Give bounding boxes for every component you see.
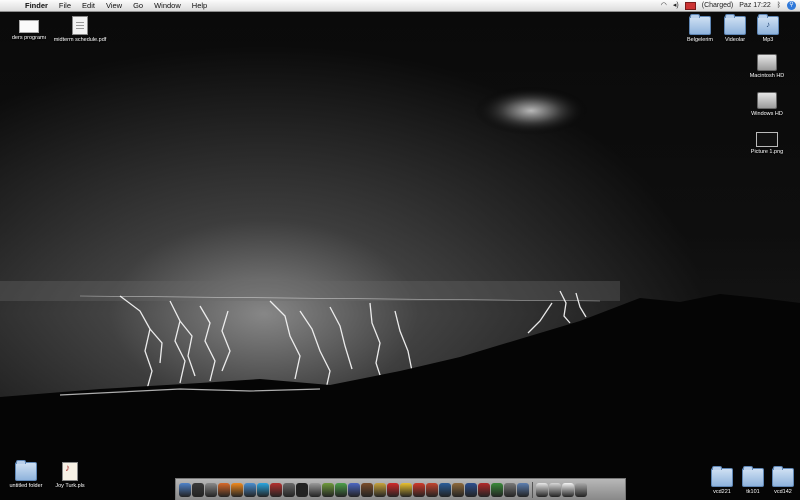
desktop-icon-label: vcd221	[713, 489, 731, 495]
image-file-icon	[756, 132, 778, 147]
desktop-icon-videolar[interactable]: Videolar	[719, 14, 751, 44]
textedit-icon[interactable]	[374, 482, 386, 497]
dock-separator	[532, 481, 533, 498]
desktop-icon-label: ders programı	[11, 35, 47, 41]
dashboard-icon[interactable]	[192, 482, 204, 497]
menu-help[interactable]: Help	[192, 0, 207, 11]
downloads-stack-icon[interactable]	[562, 482, 574, 497]
lightning-storm-wallpaper	[0, 11, 800, 500]
disk-utility-icon[interactable]	[504, 482, 516, 497]
desktop-icon-picture-1[interactable]: Picture 1.png	[744, 129, 790, 156]
hard-drive-icon	[757, 54, 777, 71]
desktop-icon-label: untitled folder	[9, 483, 43, 489]
desktop-icon-untitled-folder[interactable]: untitled folder	[4, 460, 48, 490]
desktop-icon-windows-hd[interactable]: Windows HD	[744, 92, 790, 118]
calculator-icon[interactable]	[322, 482, 334, 497]
desktop-icon-mp3[interactable]: ♪ Mp3	[752, 14, 784, 44]
applications-stack-icon[interactable]	[536, 482, 548, 497]
music-folder-icon: ♪	[757, 14, 779, 35]
folder-icon	[711, 466, 733, 487]
adium-icon[interactable]	[335, 482, 347, 497]
vlc-icon[interactable]	[231, 482, 243, 497]
hard-drive-icon	[757, 92, 777, 109]
desktop-icon-label: midterm schedule.pdf	[53, 37, 107, 43]
desktop-icon-label: Belgelerim	[687, 37, 713, 43]
apple-menu-icon[interactable]	[6, 1, 15, 10]
desktop-icon-vcd142[interactable]: vcd142	[767, 466, 799, 496]
stop-icon[interactable]	[387, 482, 399, 497]
ical-icon[interactable]	[400, 482, 412, 497]
menu-edit[interactable]: Edit	[82, 0, 95, 11]
photobooth-icon[interactable]	[270, 482, 282, 497]
battery-icon[interactable]	[684, 1, 696, 10]
clock[interactable]: Paz 17:22	[739, 0, 771, 11]
desktop-icon-vcd221[interactable]: vcd221	[706, 466, 738, 496]
desktop-icon-label: vcd142	[774, 489, 792, 495]
menu-view[interactable]: View	[106, 0, 122, 11]
folder-icon	[742, 466, 764, 487]
spotlight-icon[interactable]: ⚲	[787, 1, 796, 10]
document-icon	[19, 20, 39, 33]
volume-icon[interactable]: ◂)	[673, 0, 679, 11]
folder-icon	[15, 460, 37, 481]
playlist-file-icon	[62, 462, 78, 481]
desktop-icon-ders-programi[interactable]: ders programı	[6, 16, 52, 42]
wifi-icon[interactable]: ◠	[661, 0, 667, 11]
firefox-icon[interactable]	[218, 482, 230, 497]
skype-icon[interactable]	[257, 482, 269, 497]
menu-bar: Finder File Edit View Go Window Help ◠ ◂…	[0, 0, 800, 12]
system-preferences-icon[interactable]	[205, 482, 217, 497]
globe-icon[interactable]	[465, 482, 477, 497]
desktop-wallpaper	[0, 11, 800, 500]
pdf-document-icon	[72, 16, 88, 35]
transmission-icon[interactable]	[361, 482, 373, 497]
iphoto-icon[interactable]	[283, 482, 295, 497]
desktop-icon-label: Macintosh HD	[749, 73, 785, 79]
menu-go[interactable]: Go	[133, 0, 143, 11]
acrobat-icon[interactable]	[478, 482, 490, 497]
finder-icon[interactable]	[179, 482, 191, 497]
desktop-icon-macintosh-hd[interactable]: Macintosh HD	[744, 54, 790, 80]
desktop-icon-label: Windows HD	[751, 111, 783, 117]
desktop-icon-midterm-schedule[interactable]: midterm schedule.pdf	[50, 16, 110, 44]
dock	[175, 478, 626, 500]
desktop-icon-label: Mp3	[762, 37, 774, 43]
aperture-icon[interactable]	[452, 482, 464, 497]
desktop-icon-label: Picture 1.png	[750, 149, 784, 155]
menu-file[interactable]: File	[59, 0, 71, 11]
utility-icon[interactable]	[491, 482, 503, 497]
desktop-icon-tk101[interactable]: tk101	[738, 466, 768, 496]
desktop-icon-belgelerim[interactable]: Belgelerim	[682, 14, 718, 44]
menu-extras: ◠ ◂) (Charged) Paz 17:22 ᛒ ⚲	[661, 0, 796, 11]
trash-icon[interactable]	[575, 482, 587, 497]
terminal-icon[interactable]	[296, 482, 308, 497]
bluetooth-icon[interactable]: ᛒ	[777, 0, 781, 11]
chrome-icon[interactable]	[413, 482, 425, 497]
mail-icon[interactable]	[517, 482, 529, 497]
folder-icon	[724, 14, 746, 35]
preview-icon[interactable]	[309, 482, 321, 497]
photoshop-icon[interactable]	[439, 482, 451, 497]
documents-stack-icon[interactable]	[549, 482, 561, 497]
menu-finder[interactable]: Finder	[25, 0, 48, 11]
desktop-icon-label: tk101	[746, 489, 760, 495]
safari-icon[interactable]	[244, 482, 256, 497]
folder-icon	[689, 14, 711, 35]
desktop-icon-label: Videolar	[724, 37, 746, 43]
folder-icon	[772, 466, 794, 487]
desktop-icon-label: Joy Turk.pls	[55, 483, 85, 489]
address-book-icon[interactable]	[426, 482, 438, 497]
itunes-icon[interactable]	[348, 482, 360, 497]
desktop-icon-joy-turk[interactable]: Joy Turk.pls	[50, 462, 90, 490]
battery-status-text[interactable]: (Charged)	[702, 0, 734, 11]
menu-window[interactable]: Window	[154, 0, 181, 11]
